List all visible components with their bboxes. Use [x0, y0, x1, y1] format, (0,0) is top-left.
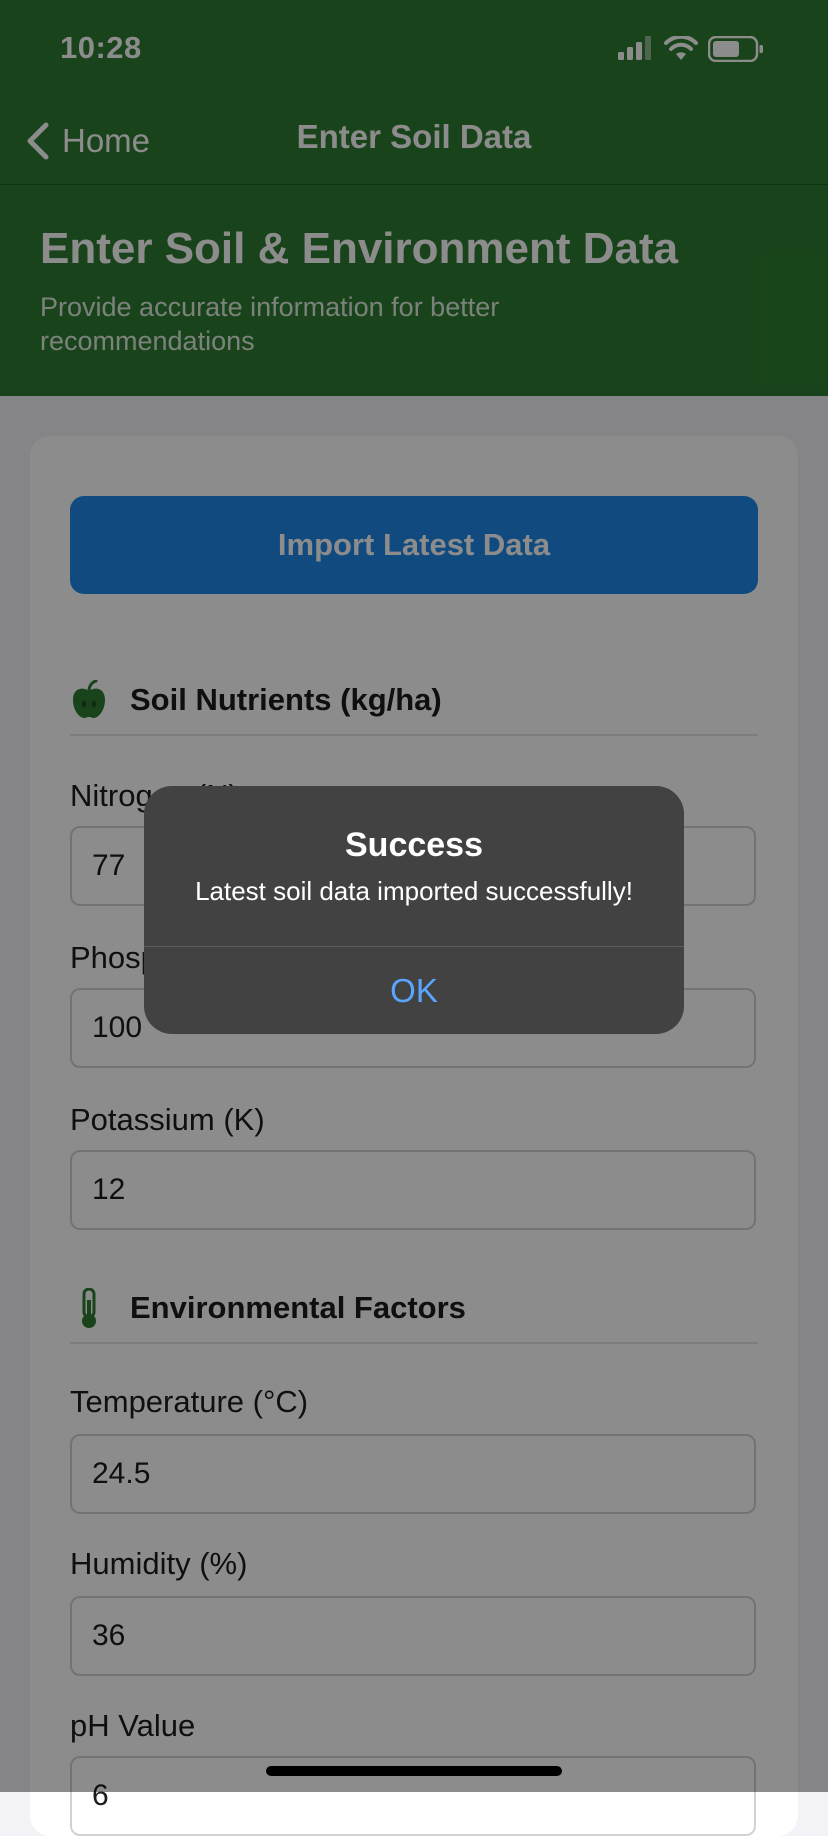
alert-message: Latest soil data imported successfully! [195, 876, 633, 906]
alert-title: Success [345, 826, 483, 864]
alert-ok-button[interactable]: OK [144, 947, 684, 1034]
success-alert: Success Latest soil data imported succes… [144, 786, 684, 1034]
home-indicator[interactable] [266, 1766, 562, 1776]
